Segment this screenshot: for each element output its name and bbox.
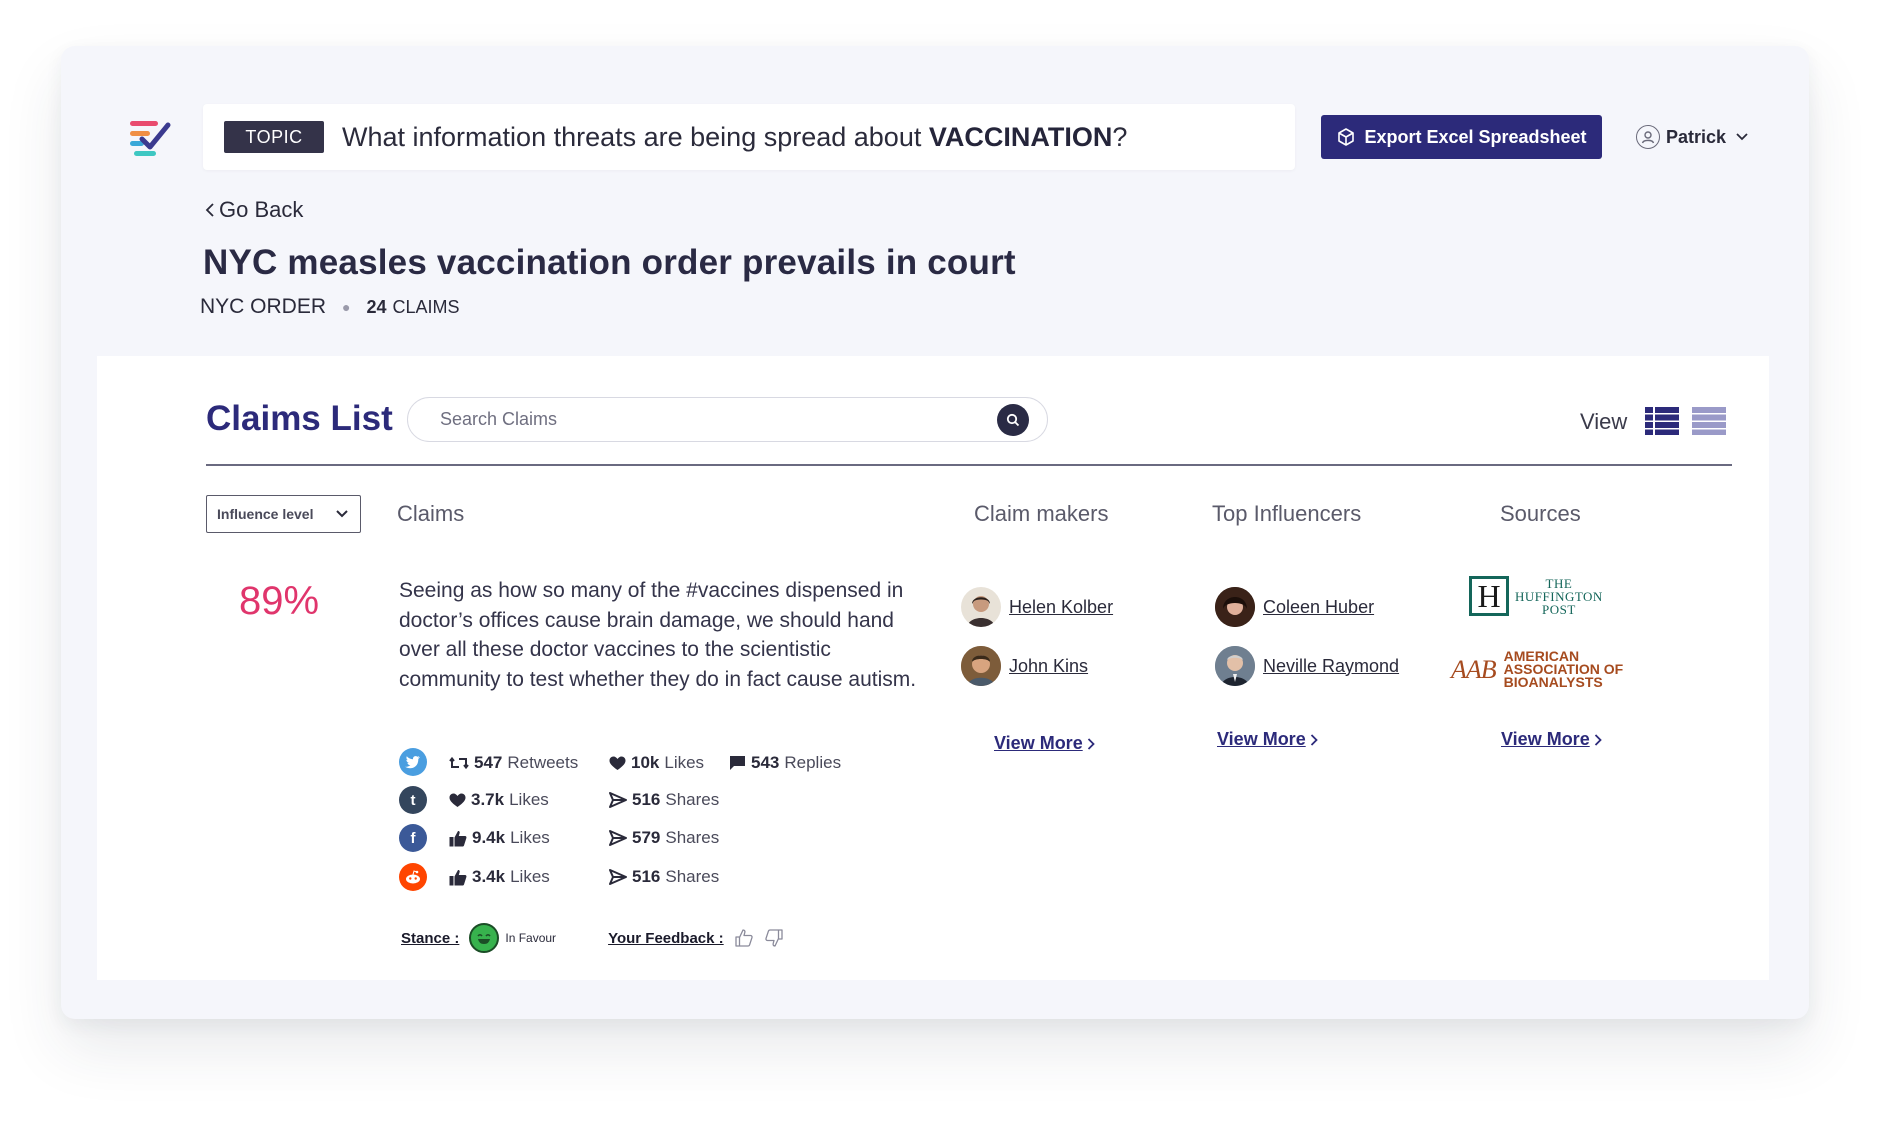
- column-header-claim-makers: Claim makers: [974, 501, 1109, 526]
- search-input[interactable]: Search Claims: [407, 397, 1048, 442]
- tumblr-stats-row: t: [399, 786, 427, 814]
- thumbs-down-icon[interactable]: [764, 928, 784, 948]
- influencer-item[interactable]: Neville Raymond: [1215, 646, 1399, 686]
- reddit-icon: [399, 863, 427, 891]
- user-name: Patrick: [1666, 126, 1727, 147]
- topic-badge: TOPIC: [224, 121, 324, 153]
- chevron-right-icon: [1310, 733, 1318, 746]
- stance-feedback-row: Stance : In Favour Your Feedback :: [401, 923, 784, 953]
- chevron-left-icon: [205, 203, 214, 217]
- likes-stat: 10k Likes: [609, 753, 704, 773]
- retweets-stat: 547 Retweets: [449, 753, 578, 773]
- comment-icon: [730, 756, 745, 770]
- avatar: [1215, 587, 1255, 627]
- avatar: [1215, 646, 1255, 686]
- sources-view-more-link[interactable]: View More: [1501, 729, 1602, 750]
- influencer-name[interactable]: Coleen Huber: [1263, 597, 1374, 618]
- claim-maker-item[interactable]: Helen Kolber: [961, 587, 1113, 627]
- search-icon: [1006, 413, 1020, 427]
- influencer-name[interactable]: Neville Raymond: [1263, 656, 1399, 677]
- avatar: [961, 646, 1001, 686]
- logo-icon[interactable]: [128, 115, 174, 161]
- divider: [206, 464, 1732, 466]
- claim-maker-name[interactable]: John Kins: [1009, 656, 1088, 677]
- thumbs-up-icon[interactable]: [734, 928, 754, 948]
- influence-level-select[interactable]: Influence level: [206, 495, 361, 533]
- view-label: View: [1580, 409, 1628, 434]
- search-button[interactable]: [997, 404, 1029, 436]
- heart-icon: [449, 793, 466, 807]
- claims-list-title: Claims List: [206, 399, 393, 438]
- reddit-stats-row: [399, 863, 427, 891]
- retweet-icon: [449, 756, 469, 770]
- go-back-label: Go Back: [219, 197, 304, 222]
- influence-level-label: Influence level: [217, 506, 314, 522]
- heart-icon: [609, 756, 626, 770]
- thumbs-up-icon: [449, 869, 467, 885]
- grid-view-icon[interactable]: [1692, 407, 1726, 435]
- stance-label: Stance :: [401, 929, 460, 947]
- topic-question: What information threats are being sprea…: [342, 121, 1128, 152]
- influence-percentage: 89%: [239, 579, 320, 623]
- claim-makers-view-more-link[interactable]: View More: [994, 733, 1095, 754]
- shares-stat: 516 Shares: [609, 867, 719, 887]
- thumbs-up-icon: [449, 830, 467, 846]
- huffington-h-mark: H: [1469, 576, 1509, 616]
- export-label: Export Excel Spreadsheet: [1364, 126, 1587, 147]
- shares-stat: 579 Shares: [609, 828, 719, 848]
- avatar: [961, 587, 1001, 627]
- go-back-link[interactable]: Go Back: [205, 197, 303, 223]
- twitter-stats-row: [399, 748, 427, 776]
- feedback-label: Your Feedback :: [608, 929, 724, 947]
- search-placeholder: Search Claims: [440, 409, 558, 429]
- influencers-view-more-link[interactable]: View More: [1217, 729, 1318, 750]
- chevron-down-icon: [336, 510, 348, 518]
- chevron-down-icon: [1736, 133, 1748, 141]
- shares-stat: 516 Shares: [609, 790, 719, 810]
- category-label: NYC ORDER: [200, 295, 327, 318]
- column-header-claims: Claims: [397, 501, 465, 526]
- likes-stat: 3.7k Likes: [449, 790, 549, 810]
- claims-count: 24: [366, 296, 387, 317]
- chevron-right-icon: [1087, 737, 1095, 750]
- influencer-item[interactable]: Coleen Huber: [1215, 587, 1374, 627]
- user-avatar-icon: [1636, 125, 1660, 149]
- chevron-right-icon: [1594, 733, 1602, 746]
- feedback-group: Your Feedback :: [608, 928, 784, 948]
- claims-count-label: CLAIMS: [392, 296, 460, 317]
- facebook-icon: f: [399, 824, 427, 852]
- page-title: NYC measles vaccination order prevails i…: [203, 243, 1016, 282]
- twitter-icon: [399, 748, 427, 776]
- tumblr-icon: t: [399, 786, 427, 814]
- stance-value: In Favour: [505, 931, 557, 945]
- replies-stat: 543 Replies: [729, 753, 841, 773]
- topic-bar: TOPIC What information threats are being…: [203, 104, 1295, 170]
- aab-wordmark: AMERICAN ASSOCIATION OF BIOANALYSTS: [1503, 648, 1624, 690]
- user-menu[interactable]: Patrick: [1636, 125, 1748, 149]
- source-huffington-post-logo[interactable]: H THE HUFFINGTON POST: [1469, 576, 1603, 616]
- huffington-wordmark: THE HUFFINGTON POST: [1515, 575, 1603, 617]
- source-aab-logo[interactable]: AAB AMERICAN ASSOCIATION OF BIOANALYSTS: [1451, 648, 1624, 690]
- page-subtitle: NYC ORDER ● 24 CLAIMS: [200, 295, 460, 319]
- facebook-stats-row: f: [399, 824, 427, 852]
- likes-stat: 3.4k Likes: [449, 867, 550, 887]
- smiley-icon: [469, 923, 500, 953]
- claim-text: Seeing as how so many of the #vaccines d…: [399, 579, 917, 691]
- export-excel-button[interactable]: Export Excel Spreadsheet: [1321, 115, 1602, 159]
- share-icon: [609, 830, 627, 846]
- claim-maker-item[interactable]: John Kins: [961, 646, 1088, 686]
- list-view-icon[interactable]: [1645, 407, 1679, 435]
- column-header-sources: Sources: [1500, 501, 1581, 526]
- separator-dot: ●: [342, 299, 351, 315]
- column-header-top-influencers: Top Influencers: [1212, 501, 1362, 526]
- export-box-icon: [1338, 128, 1355, 146]
- claim-maker-name[interactable]: Helen Kolber: [1009, 597, 1113, 618]
- aab-mark: AAB: [1451, 654, 1497, 684]
- likes-stat: 9.4k Likes: [449, 828, 550, 848]
- share-icon: [609, 792, 627, 808]
- share-icon: [609, 869, 627, 885]
